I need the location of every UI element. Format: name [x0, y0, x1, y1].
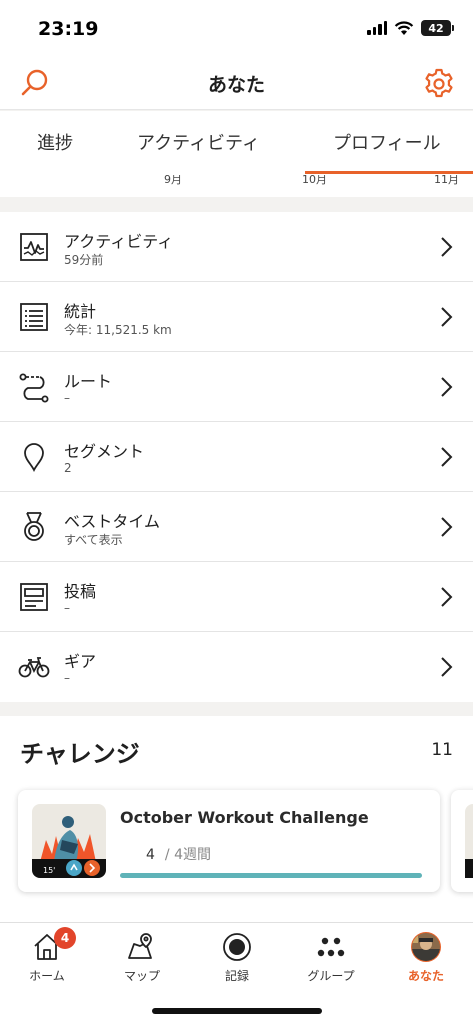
menu-item-gear[interactable]: ギア –: [0, 632, 473, 702]
nav-you[interactable]: あなた: [379, 931, 473, 984]
home-indicator: [152, 1008, 322, 1014]
page-title: あなた: [207, 74, 265, 96]
challenge-card-next[interactable]: [451, 790, 473, 892]
menu-item-label: ルート: [64, 372, 113, 391]
gear-icon[interactable]: [421, 66, 457, 102]
challenge-progress-bar: [120, 873, 422, 878]
challenge-progress-text: 4 / 4週間: [146, 844, 211, 864]
battery-icon: 42: [421, 20, 454, 36]
top-header: あなた: [0, 58, 473, 110]
record-icon: [223, 933, 251, 961]
menu-item-label: アクティビティ: [64, 232, 174, 251]
tab-bar: 進捗 アクティビティ プロフィール: [0, 111, 473, 175]
chart-month-strip: 9月 10月 11月: [0, 175, 473, 197]
menu-item-sub: 2: [64, 461, 72, 475]
menu-item-best-efforts[interactable]: ベストタイム すべて表示: [0, 492, 473, 562]
challenge-badge-image: 15': [32, 804, 106, 878]
location-pin-icon: [24, 443, 44, 473]
progress-total: / 4週間: [164, 847, 211, 863]
post-icon: [20, 583, 48, 611]
nav-groups[interactable]: グループ: [284, 931, 378, 984]
menu-item-label: ギア: [64, 652, 97, 671]
menu-item-posts[interactable]: 投稿 –: [0, 562, 473, 632]
challenge-progress-fill: [120, 873, 422, 878]
nav-label: グループ: [307, 969, 355, 983]
challenges-section: チャレンジ 11 15' October Workout Challenge 4…: [0, 716, 473, 922]
chevron-right-icon: [441, 587, 453, 607]
nav-record[interactable]: 記録: [190, 931, 284, 984]
section-title: チャレンジ: [20, 740, 140, 768]
menu-item-sub: すべて表示: [64, 533, 123, 547]
tab-profile[interactable]: プロフィール: [333, 129, 441, 155]
menu-item-sub: –: [64, 391, 70, 405]
menu-item-sub: –: [64, 671, 70, 685]
menu-item-label: 統計: [64, 302, 97, 321]
active-tab-indicator: [305, 171, 473, 174]
challenge-name: October Workout Challenge: [120, 808, 369, 827]
progress-value: 4: [146, 847, 155, 863]
menu-item-routes[interactable]: ルート –: [0, 352, 473, 422]
bicycle-icon: [18, 657, 50, 678]
menu-item-sub: –: [64, 601, 70, 615]
menu-item-stats[interactable]: 統計 今年: 11,521.5 km: [0, 282, 473, 352]
cellular-signal-icon: [367, 21, 387, 35]
menu-item-sub: 今年: 11,521.5 km: [64, 323, 172, 337]
nav-label: 記録: [224, 969, 249, 983]
map-icon: [128, 933, 152, 959]
menu-item-segments[interactable]: セグメント 2: [0, 422, 473, 492]
nav-label: あなた: [407, 969, 444, 983]
activity-chart-icon: [20, 233, 48, 261]
chevron-right-icon: [441, 237, 453, 257]
menu-item-label: セグメント: [64, 442, 145, 461]
status-time: 23:19: [38, 18, 99, 40]
chevron-right-icon: [441, 307, 453, 327]
chevron-right-icon: [441, 657, 453, 677]
stats-list-icon: [20, 303, 48, 331]
nav-label: ホーム: [29, 969, 65, 983]
menu-item-label: 投稿: [64, 582, 97, 601]
challenges-count[interactable]: 11: [431, 740, 453, 760]
chevron-right-icon: [441, 377, 453, 397]
nav-label: マップ: [123, 969, 160, 983]
challenge-card[interactable]: 15' October Workout Challenge 4 / 4週間: [18, 790, 440, 892]
status-icons: 42: [367, 20, 454, 36]
menu-item-sub: 59分前: [64, 253, 104, 267]
tab-progress[interactable]: 進捗: [37, 129, 73, 155]
chevron-right-icon: [441, 517, 453, 537]
menu-item-activities[interactable]: アクティビティ 59分前: [0, 212, 473, 282]
month-label: 10月: [302, 175, 327, 186]
status-bar: 23:19 42: [0, 0, 473, 58]
tab-activity[interactable]: アクティビティ: [137, 129, 260, 155]
avatar-icon: [411, 932, 441, 962]
menu-item-label: ベストタイム: [64, 512, 161, 531]
month-label: 9月: [164, 175, 182, 186]
nav-map[interactable]: マップ: [95, 931, 189, 984]
chevron-right-icon: [441, 447, 453, 467]
notification-badge: 4: [54, 927, 76, 949]
badge-label: 15': [43, 866, 55, 875]
nav-home[interactable]: 4 ホーム: [0, 927, 94, 984]
group-icon: [317, 937, 345, 957]
route-icon: [19, 373, 49, 403]
wifi-icon: [394, 20, 414, 35]
medal-icon: [24, 512, 44, 541]
profile-menu: アクティビティ 59分前 統計 今年: 11,521.5 km ルート – セグ…: [0, 212, 473, 702]
month-label: 11月: [434, 175, 459, 186]
